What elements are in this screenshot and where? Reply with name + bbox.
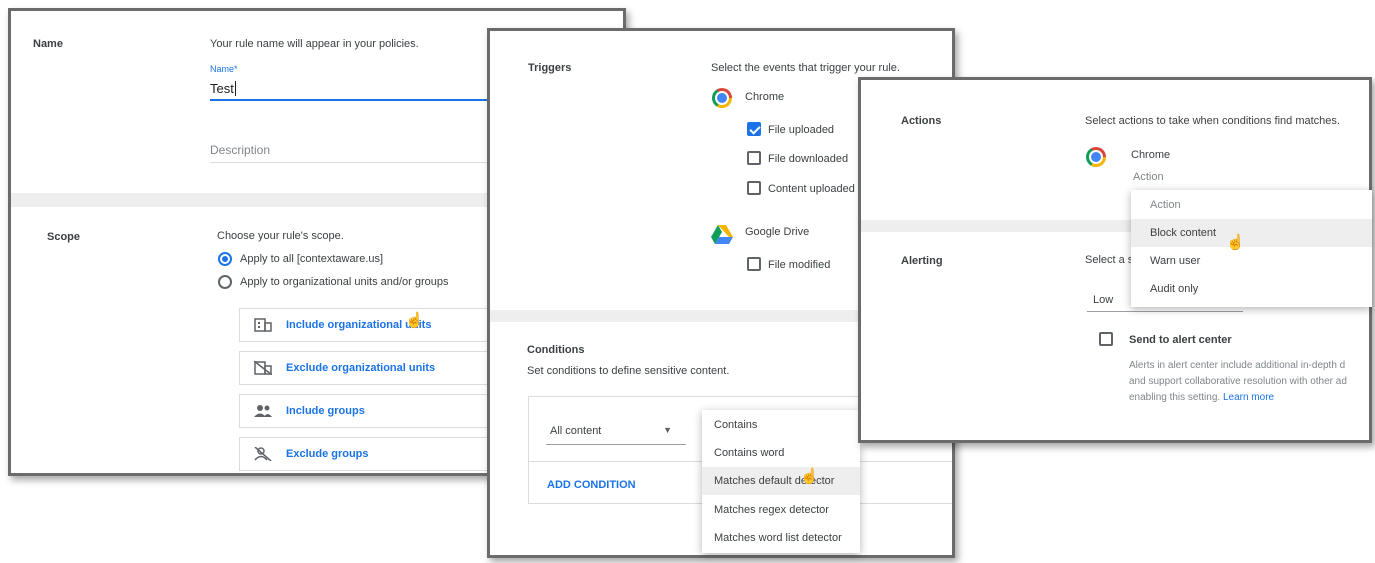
content-select-value: All content	[550, 425, 602, 437]
action-select-label[interactable]: Action	[1133, 171, 1164, 183]
group-off-icon	[254, 447, 272, 461]
action-menu-item[interactable]: Block content	[1131, 219, 1372, 247]
alert-description-line: Alerts in alert center include additiona…	[1129, 360, 1346, 371]
file-uploaded-label: File uploaded	[768, 124, 835, 136]
content-select[interactable]: All content ▼	[546, 419, 686, 445]
triggers-hint: Select the events that trigger your rule…	[711, 62, 900, 74]
name-field-value: Test	[210, 81, 234, 96]
description-placeholder: Description	[210, 143, 271, 157]
file-uploaded-checkbox[interactable]	[747, 122, 761, 136]
include-org-units-button[interactable]: Include organizational units	[239, 308, 499, 342]
chrome-icon	[712, 88, 732, 108]
alert-description-line: and support collaborative resolution wit…	[1129, 376, 1347, 387]
actions-hint: Select actions to take when conditions f…	[1085, 115, 1340, 127]
action-menu-item[interactable]: Warn user	[1131, 247, 1372, 275]
name-heading: Name	[33, 38, 63, 50]
action-menu-item[interactable]: Action	[1131, 191, 1372, 219]
group-icon	[254, 405, 272, 417]
exclude-groups-label: Exclude groups	[286, 448, 369, 460]
condition-menu-item[interactable]: Matches default detector	[702, 467, 860, 495]
hand-cursor-icon: ☝	[800, 468, 819, 485]
include-groups-label: Include groups	[286, 405, 365, 417]
hand-cursor-icon: ☝	[1226, 234, 1245, 251]
condition-menu-item[interactable]: Matches regex detector	[702, 496, 860, 524]
condition-type-menu: Contains Contains word Matches default d…	[702, 410, 860, 553]
alert-description-line: enabling this setting. Learn more	[1129, 392, 1274, 403]
file-downloaded-checkbox[interactable]	[747, 151, 761, 165]
include-groups-button[interactable]: Include groups	[239, 394, 499, 428]
triggers-heading: Triggers	[528, 62, 572, 74]
learn-more-link[interactable]: Learn more	[1223, 392, 1274, 403]
send-to-alert-center-label: Send to alert center	[1129, 334, 1232, 346]
name-field-label: Name*	[210, 64, 238, 74]
exclude-org-units-button[interactable]: Exclude organizational units	[239, 351, 499, 385]
name-hint: Your rule name will appear in your polic…	[210, 38, 419, 50]
file-downloaded-label: File downloaded	[768, 153, 849, 165]
conditions-heading: Conditions	[527, 344, 585, 356]
exclude-org-units-label: Exclude organizational units	[286, 362, 436, 374]
alerting-heading: Alerting	[901, 255, 943, 267]
actions-heading: Actions	[901, 115, 942, 127]
alert-description-text: enabling this setting.	[1129, 392, 1221, 403]
radio-apply-org[interactable]	[218, 275, 232, 289]
conditions-hint: Set conditions to define sensitive conte…	[527, 365, 730, 377]
action-menu: Action Block content Warn user Audit onl…	[1131, 190, 1372, 307]
content-uploaded-checkbox[interactable]	[747, 181, 761, 195]
condition-menu-item[interactable]: Matches word list detector	[702, 524, 860, 552]
radio-apply-all[interactable]	[218, 252, 232, 266]
alerting-hint: Select a s	[1085, 254, 1134, 266]
add-condition-button[interactable]: ADD CONDITION	[547, 479, 636, 491]
severity-select-value: Low	[1093, 294, 1114, 306]
chrome-label: Chrome	[745, 91, 785, 103]
chrome-icon	[1086, 147, 1106, 167]
google-drive-label: Google Drive	[745, 226, 810, 238]
hand-cursor-icon: ☝	[405, 312, 424, 329]
exclude-groups-button[interactable]: Exclude groups	[239, 437, 499, 471]
action-menu-item[interactable]: Audit only	[1131, 275, 1372, 303]
name-field[interactable]: Test	[210, 77, 500, 101]
description-field[interactable]: Description	[210, 137, 500, 163]
file-modified-label: File modified	[768, 259, 831, 271]
content-uploaded-label: Content uploaded	[768, 183, 855, 195]
radio-apply-org-label: Apply to organizational units and/or gro…	[240, 276, 449, 288]
condition-menu-item[interactable]: Contains	[702, 411, 860, 439]
condition-menu-item[interactable]: Contains word	[702, 439, 860, 467]
building-icon	[254, 318, 272, 332]
google-drive-icon	[711, 225, 733, 244]
file-modified-checkbox[interactable]	[747, 257, 761, 271]
scope-heading: Scope	[47, 231, 81, 243]
radio-apply-all-label: Apply to all [contextaware.us]	[240, 253, 384, 265]
send-to-alert-center-checkbox[interactable]	[1099, 332, 1113, 346]
building-off-icon	[254, 361, 272, 375]
chrome-label: Chrome	[1131, 149, 1171, 161]
dropdown-arrow-icon: ▼	[663, 425, 672, 435]
scope-hint: Choose your rule's scope.	[217, 230, 344, 242]
